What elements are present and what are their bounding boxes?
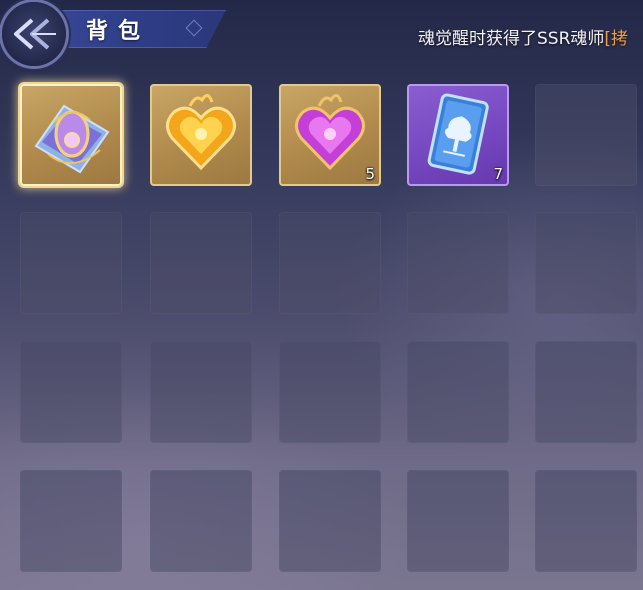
inventory-slot-empty[interactable] bbox=[535, 341, 637, 443]
item-count: 5 bbox=[365, 165, 375, 183]
inventory-slot-empty[interactable] bbox=[20, 470, 122, 572]
inventory-slot-blue-card[interactable]: 7 bbox=[407, 84, 509, 186]
inventory-slot-empty[interactable] bbox=[150, 212, 252, 314]
inventory-slot-empty[interactable] bbox=[279, 341, 381, 443]
page-title: 背包 bbox=[86, 19, 151, 44]
inventory-slot-empty[interactable] bbox=[535, 212, 637, 314]
purple-scroll-icon bbox=[34, 104, 110, 174]
inventory-screen: 背包 魂觉醒时获得了SSR魂师[拷 5 7 bbox=[0, 0, 643, 590]
inventory-slot-empty[interactable] bbox=[407, 212, 509, 314]
inventory-slot-purple-scroll[interactable] bbox=[20, 84, 122, 186]
inventory-slot-empty[interactable] bbox=[150, 341, 252, 443]
announcement-text: 魂觉醒时获得了SSR魂师 bbox=[418, 29, 605, 49]
inventory-slot-empty[interactable] bbox=[407, 470, 509, 572]
item-count: 7 bbox=[493, 165, 503, 183]
gold-heart-crystal-icon bbox=[166, 94, 236, 171]
inventory-slot-empty[interactable] bbox=[279, 470, 381, 572]
inventory-slot-empty[interactable] bbox=[20, 212, 122, 314]
back-button[interactable] bbox=[2, 2, 66, 66]
inventory-slot-purple-heart[interactable]: 5 bbox=[279, 84, 381, 186]
inventory-slot-gold-heart[interactable] bbox=[150, 84, 252, 186]
inventory-slot-empty[interactable] bbox=[20, 341, 122, 443]
inventory-slot-empty[interactable] bbox=[150, 470, 252, 572]
inventory-slot-empty[interactable] bbox=[535, 470, 637, 572]
header-bar: 背包 魂觉醒时获得了SSR魂师[拷 bbox=[0, 0, 643, 66]
inventory-slot-empty[interactable] bbox=[279, 212, 381, 314]
announcement-marquee: 魂觉醒时获得了SSR魂师[拷 bbox=[418, 24, 643, 50]
inventory-slot-empty[interactable] bbox=[535, 84, 637, 186]
announcement-player-name: [拷 bbox=[604, 29, 629, 49]
inventory-slot-empty[interactable] bbox=[407, 341, 509, 443]
double-chevron-left-icon bbox=[14, 18, 56, 50]
